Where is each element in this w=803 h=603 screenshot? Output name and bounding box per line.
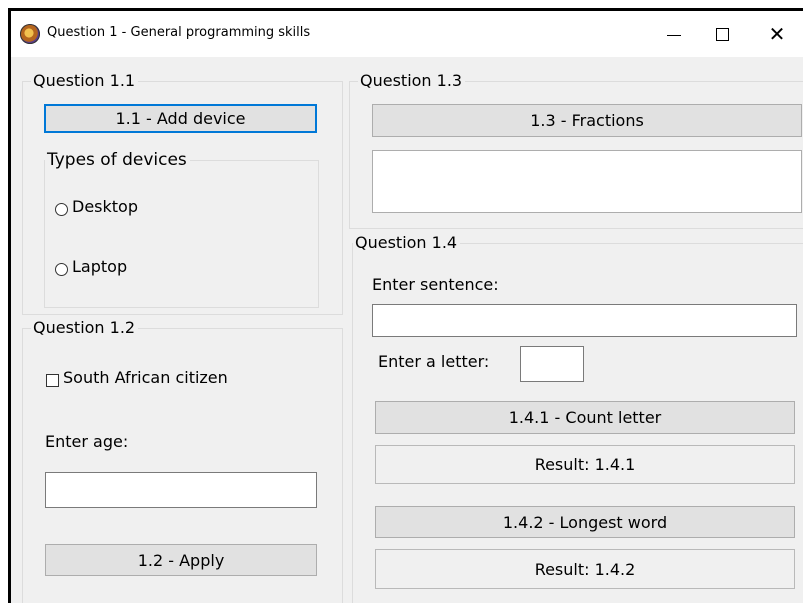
group-label-question-1-2: Question 1.2 bbox=[31, 318, 139, 338]
close-button[interactable]: ✕ bbox=[754, 11, 800, 57]
enter-sentence-label: Enter sentence: bbox=[372, 275, 499, 294]
radio-desktop[interactable] bbox=[55, 203, 68, 216]
result-1-4-1: Result: 1.4.1 bbox=[375, 445, 795, 484]
checkbox-label-south-african-citizen[interactable]: South African citizen bbox=[63, 368, 228, 387]
close-icon: ✕ bbox=[768, 22, 786, 46]
sentence-input[interactable] bbox=[372, 304, 797, 337]
enter-age-label: Enter age: bbox=[45, 432, 129, 451]
radio-label-desktop[interactable]: Desktop bbox=[72, 197, 138, 216]
maximize-icon bbox=[715, 27, 729, 41]
group-types-of-devices: Types of devices Desktop Laptop bbox=[44, 150, 319, 308]
group-question-1-4: Question 1.4 Enter sentence: Enter a let… bbox=[352, 233, 803, 603]
app-icon bbox=[20, 24, 40, 44]
maximize-button[interactable] bbox=[699, 11, 745, 57]
radio-label-laptop[interactable]: Laptop bbox=[72, 257, 127, 276]
result-1-4-2: Result: 1.4.2 bbox=[375, 549, 795, 589]
checkbox-south-african-citizen[interactable] bbox=[46, 374, 59, 387]
fractions-button[interactable]: 1.3 - Fractions bbox=[372, 104, 802, 137]
title-bar[interactable]: Question 1 - General programming skills … bbox=[11, 11, 803, 57]
add-device-button[interactable]: 1.1 - Add device bbox=[44, 104, 317, 133]
count-letter-button[interactable]: 1.4.1 - Count letter bbox=[375, 401, 795, 434]
app-window: Question 1 - General programming skills … bbox=[8, 8, 803, 603]
enter-letter-label: Enter a letter: bbox=[378, 352, 490, 371]
fractions-output[interactable] bbox=[372, 150, 802, 213]
window-title: Question 1 - General programming skills bbox=[47, 25, 311, 40]
minimize-icon bbox=[667, 34, 681, 36]
apply-button[interactable]: 1.2 - Apply bbox=[45, 544, 317, 576]
group-label-question-1-1: Question 1.1 bbox=[31, 71, 139, 91]
group-question-1-1: Question 1.1 1.1 - Add device Types of d… bbox=[22, 71, 343, 315]
group-label-question-1-3: Question 1.3 bbox=[358, 71, 466, 91]
group-question-1-2: Question 1.2 South African citizen Enter… bbox=[22, 318, 343, 603]
radio-laptop[interactable] bbox=[55, 263, 68, 276]
minimize-button[interactable] bbox=[651, 11, 697, 57]
group-label-question-1-4: Question 1.4 bbox=[353, 233, 461, 253]
letter-input[interactable] bbox=[520, 346, 584, 382]
age-input[interactable] bbox=[45, 472, 317, 508]
longest-word-button[interactable]: 1.4.2 - Longest word bbox=[375, 506, 795, 538]
group-label-types-of-devices: Types of devices bbox=[45, 150, 190, 170]
group-question-1-3: Question 1.3 1.3 - Fractions bbox=[349, 71, 803, 229]
